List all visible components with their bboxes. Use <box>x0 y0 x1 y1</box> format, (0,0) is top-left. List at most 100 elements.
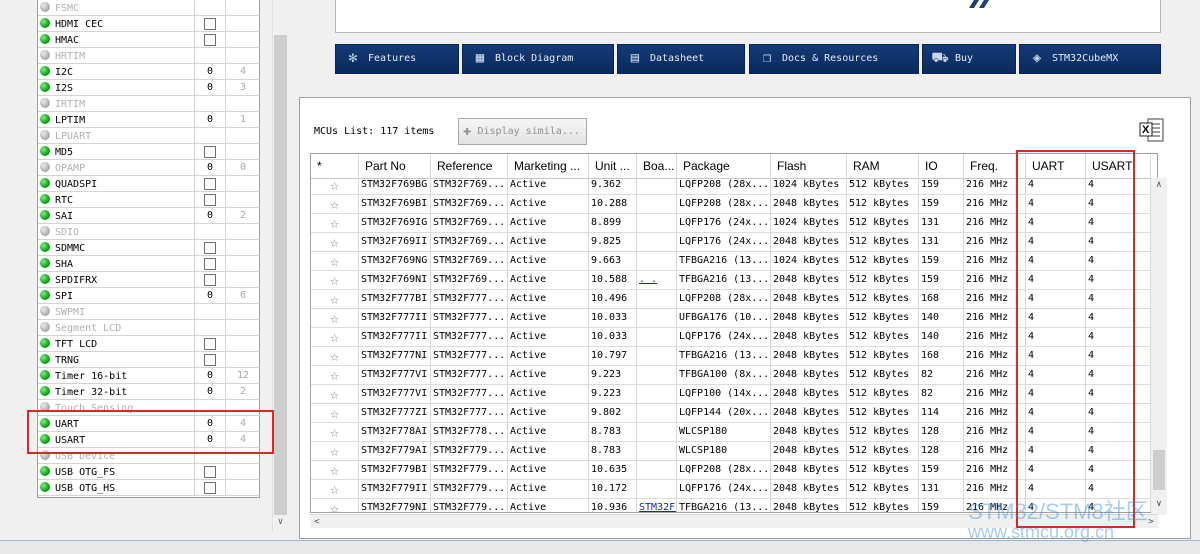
display-similar-button[interactable]: ✚ Display simila... <box>458 118 587 145</box>
peripheral-row[interactable]: OPAMP 0 0 <box>38 160 261 176</box>
peripheral-checkbox[interactable] <box>204 146 216 158</box>
table-cell: 512 kBytes <box>847 309 919 328</box>
favorite-star-icon[interactable]: ☆ <box>311 309 359 328</box>
peripheral-row[interactable]: TRNG <box>38 352 261 368</box>
table-vertical-scrollbar[interactable]: ∧ ∨ <box>1151 178 1167 515</box>
peripheral-row[interactable]: QUADSPI <box>38 176 261 192</box>
peripheral-row[interactable]: I2S 0 3 <box>38 80 261 96</box>
toolbar-button[interactable]: ⛟ Buy <box>922 44 1016 74</box>
peripheral-row[interactable]: LPTIM 0 1 <box>38 112 261 128</box>
table-cell <box>637 252 677 271</box>
peripheral-checkbox[interactable] <box>204 482 216 494</box>
toolbar-button[interactable]: ✻ Features <box>335 44 459 74</box>
scroll-down-arrow-icon[interactable]: ∨ <box>1151 499 1167 513</box>
peripheral-checkbox[interactable] <box>204 338 216 350</box>
table-cell <box>637 176 677 195</box>
peripheral-row[interactable]: Segment LCD <box>38 320 261 336</box>
peripheral-checkbox[interactable] <box>204 18 216 30</box>
gears-icon: ✻ <box>348 50 358 66</box>
favorite-star-icon[interactable]: ☆ <box>311 195 359 214</box>
excel-export-icon[interactable]: X <box>1139 118 1165 142</box>
peripheral-row[interactable]: FSMC <box>38 0 261 16</box>
table-cell[interactable]: . . <box>637 271 677 290</box>
watermark-line2: www.stmcu.org.cn <box>968 522 1115 542</box>
favorite-star-icon[interactable]: ☆ <box>311 423 359 442</box>
table-cell: Active <box>508 328 589 347</box>
peripheral-row[interactable]: HMAC <box>38 32 261 48</box>
peripheral-checkbox[interactable] <box>204 466 216 478</box>
favorite-star-icon[interactable]: ☆ <box>311 499 359 512</box>
status-dot-icon <box>40 226 50 236</box>
favorite-star-icon[interactable]: ☆ <box>311 176 359 195</box>
favorite-star-icon[interactable]: ☆ <box>311 252 359 271</box>
table-cell: Active <box>508 252 589 271</box>
table-cell[interactable]: STM32F7 <box>637 499 677 512</box>
favorite-star-icon[interactable]: ☆ <box>311 214 359 233</box>
peripheral-checkbox[interactable] <box>204 242 216 254</box>
table-cell: 512 kBytes <box>847 290 919 309</box>
peripheral-row[interactable]: MD5 <box>38 144 261 160</box>
peripheral-row[interactable]: SDMMC <box>38 240 261 256</box>
peripheral-row[interactable]: HRTIM <box>38 48 261 64</box>
peripheral-row[interactable]: SWPMI <box>38 304 261 320</box>
peripheral-checkbox[interactable] <box>204 194 216 206</box>
peripheral-count[interactable]: 0 <box>198 66 222 78</box>
peripheral-row[interactable]: SAI 0 2 <box>38 208 261 224</box>
peripheral-row[interactable]: TFT LCD <box>38 336 261 352</box>
favorite-star-icon[interactable]: ☆ <box>311 404 359 423</box>
peripheral-row[interactable]: Timer 16-bit 0 12 <box>38 368 261 384</box>
peripheral-row[interactable]: RTC <box>38 192 261 208</box>
peripheral-max: 2 <box>239 210 247 221</box>
uart-highlight-box <box>27 410 274 454</box>
peripheral-row[interactable]: HDMI CEC <box>38 16 261 32</box>
favorite-star-icon[interactable]: ☆ <box>311 233 359 252</box>
favorite-star-icon[interactable]: ☆ <box>311 347 359 366</box>
peripheral-count[interactable]: 0 <box>198 386 222 398</box>
toolbar-button[interactable]: ❐ Docs & Resources <box>749 44 919 74</box>
scroll-left-arrow-icon[interactable]: < <box>310 515 324 529</box>
scrollbar-thumb[interactable] <box>274 35 287 515</box>
table-cell: 9.802 <box>589 404 637 423</box>
peripheral-count[interactable]: 0 <box>198 290 222 302</box>
peripheral-count[interactable]: 0 <box>198 210 222 222</box>
peripheral-checkbox[interactable] <box>204 34 216 46</box>
peripheral-row[interactable]: I2C 0 4 <box>38 64 261 80</box>
peripheral-row[interactable]: IRTIM <box>38 96 261 112</box>
table-scrollbar-thumb[interactable] <box>1153 450 1165 490</box>
table-cell <box>637 385 677 404</box>
peripheral-row[interactable]: SDIO <box>38 224 261 240</box>
toolbar-button[interactable]: ▤ Datasheet <box>617 44 745 74</box>
favorite-star-icon[interactable]: ☆ <box>311 366 359 385</box>
peripheral-count[interactable]: 0 <box>198 370 222 382</box>
favorite-star-icon[interactable]: ☆ <box>311 442 359 461</box>
toolbar-button[interactable]: ◈ STM32CubeMX <box>1019 44 1161 74</box>
toolbar-label: Datasheet <box>650 53 705 64</box>
scroll-up-arrow-icon[interactable]: ∧ <box>1151 180 1167 194</box>
peripheral-scrollbar[interactable]: ∨ <box>272 0 287 532</box>
favorite-star-icon[interactable]: ☆ <box>311 328 359 347</box>
peripheral-row[interactable]: USB OTG_HS <box>38 480 261 496</box>
favorite-star-icon[interactable]: ☆ <box>311 461 359 480</box>
peripheral-row[interactable]: Timer 32-bit 0 2 <box>38 384 261 400</box>
peripheral-count[interactable]: 0 <box>198 162 222 174</box>
scroll-down-arrow-icon[interactable]: ∨ <box>274 517 287 530</box>
favorite-star-icon[interactable]: ☆ <box>311 290 359 309</box>
peripheral-checkbox[interactable] <box>204 274 216 286</box>
peripheral-checkbox[interactable] <box>204 178 216 190</box>
toolbar-button[interactable]: ▦ Block Diagram <box>462 44 614 74</box>
favorite-star-icon[interactable]: ☆ <box>311 385 359 404</box>
favorite-star-icon[interactable]: ☆ <box>311 271 359 290</box>
table-cell: Active <box>508 461 589 480</box>
peripheral-row[interactable]: SPDIFRX <box>38 272 261 288</box>
peripheral-count[interactable]: 0 <box>198 82 222 94</box>
table-cell: 2048 kBytes <box>771 271 847 290</box>
peripheral-row[interactable]: USB OTG_FS <box>38 464 261 480</box>
peripheral-checkbox[interactable] <box>204 354 216 366</box>
table-cell <box>637 366 677 385</box>
peripheral-checkbox[interactable] <box>204 258 216 270</box>
peripheral-row[interactable]: SPI 0 6 <box>38 288 261 304</box>
peripheral-row[interactable]: LPUART <box>38 128 261 144</box>
peripheral-count[interactable]: 0 <box>198 114 222 126</box>
favorite-star-icon[interactable]: ☆ <box>311 480 359 499</box>
peripheral-row[interactable]: SHA <box>38 256 261 272</box>
